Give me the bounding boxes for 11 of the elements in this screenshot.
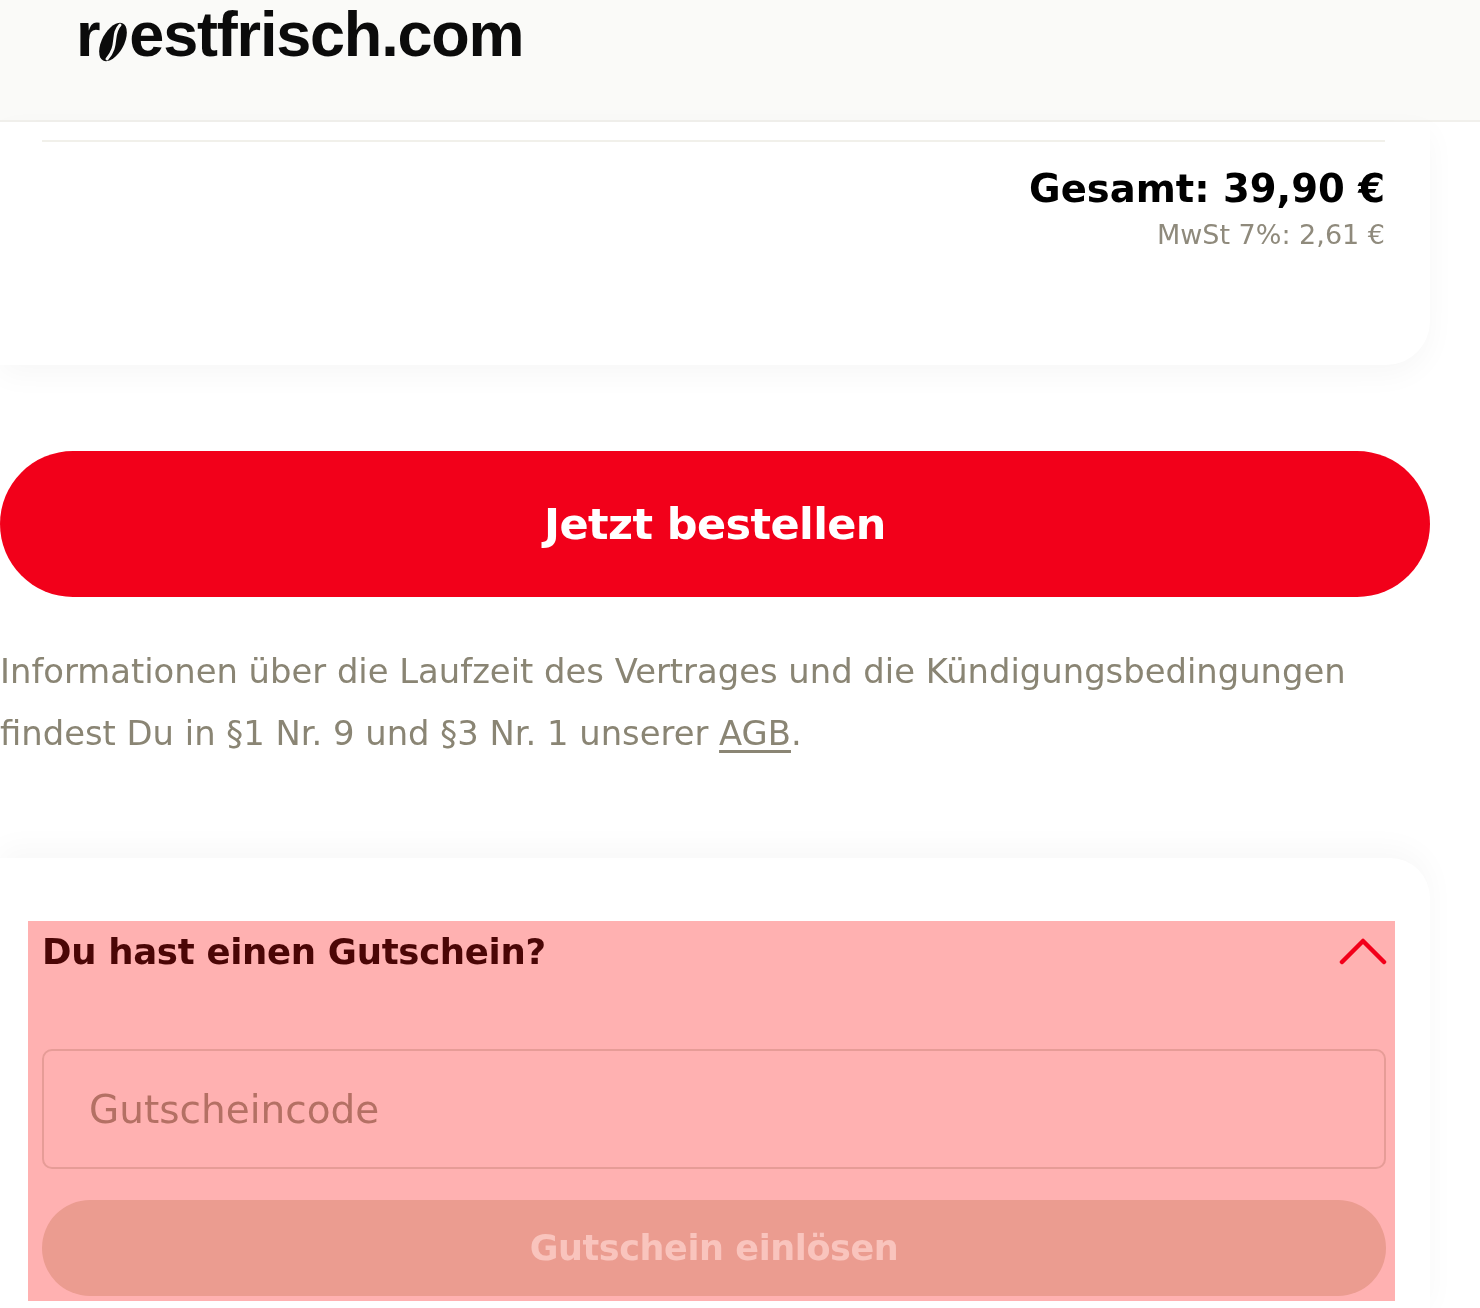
terms-link[interactable]: AGB (719, 714, 791, 753)
order-button[interactable]: Jetzt bestellen (0, 451, 1430, 597)
voucher-code-field[interactable]: Gutscheincode (42, 1049, 1386, 1169)
vat-amount: MwSt 7%: 2,61 € (1156, 218, 1385, 252)
logo-text: estfrisch.com (129, 3, 524, 66)
total-price: Gesamt: 39,90 € (1029, 165, 1385, 213)
logo-text: r (76, 3, 100, 66)
voucher-heading: Du hast einen Gutschein? (42, 930, 546, 972)
coffee-bean-icon (99, 20, 128, 64)
contract-info-text: Informationen über die Laufzeit des Vertrages und die Kündigungsbedingungen findest Du in §1 Nr. 9 und §3 Nr. 1 unserer AGB. (0, 651, 1347, 755)
chevron-up-icon[interactable] (1339, 937, 1387, 965)
